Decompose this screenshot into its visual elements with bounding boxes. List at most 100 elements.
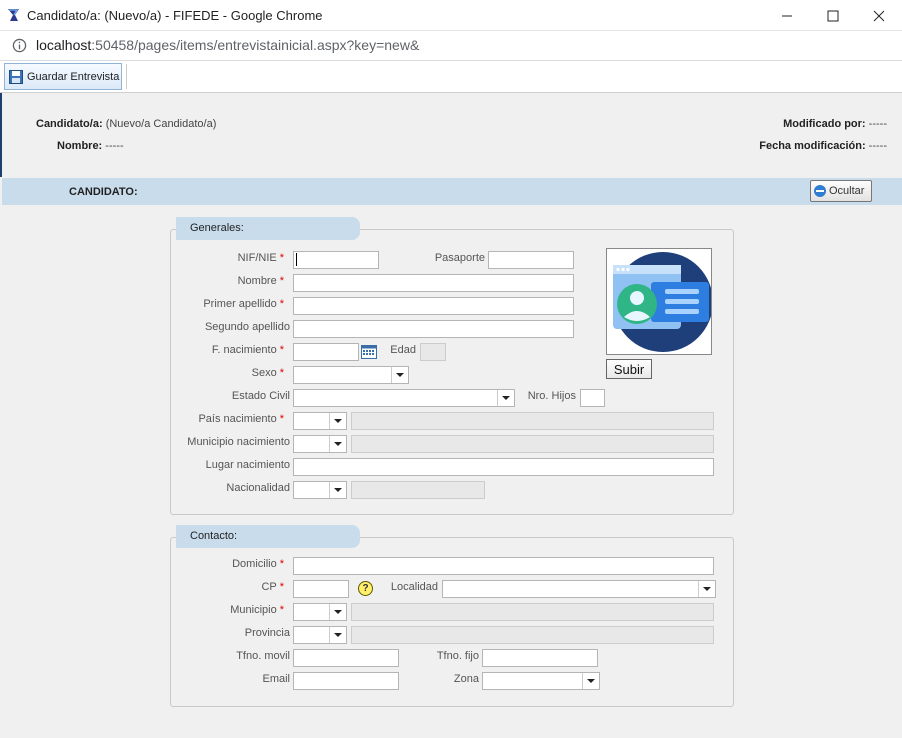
- municipio-desc: [351, 603, 714, 621]
- primer-apellido-input[interactable]: [293, 297, 574, 315]
- chevron-down-icon: [582, 673, 599, 689]
- tfno-fijo-input[interactable]: [482, 649, 598, 667]
- f-nacimiento-label: F. nacimiento *: [211, 344, 284, 356]
- address-bar[interactable]: localhost:50458/pages/items/entrevistain…: [0, 31, 902, 61]
- email-label: Email: [262, 673, 290, 685]
- provincia-desc: [351, 626, 714, 644]
- nombre-label-field: Nombre *: [237, 275, 284, 287]
- candidato-info: Candidato/a: (Nuevo/a Candidato/a): [36, 118, 216, 130]
- text-cursor: [296, 253, 297, 266]
- chevron-down-icon: [329, 627, 346, 643]
- domicilio-input[interactable]: [293, 557, 714, 575]
- zona-label: Zona: [453, 673, 479, 685]
- nombre-input[interactable]: [293, 274, 574, 292]
- modificado-label: Modificado por:: [783, 118, 866, 130]
- help-icon[interactable]: ?: [358, 581, 373, 596]
- hide-section-button[interactable]: Ocultar: [810, 180, 872, 202]
- maximize-icon: [827, 10, 839, 21]
- nro-hijos-input[interactable]: [580, 389, 605, 407]
- sexo-label: Sexo *: [251, 367, 284, 379]
- minimize-button[interactable]: [764, 0, 810, 31]
- domicilio-label: Domicilio *: [232, 558, 284, 570]
- nacionalidad-select[interactable]: [293, 481, 347, 499]
- chevron-down-icon: [329, 482, 346, 498]
- chevron-down-icon: [329, 413, 346, 429]
- pais-nacimiento-label: País nacimiento *: [198, 413, 284, 425]
- save-interview-label: Guardar Entrevista: [27, 70, 120, 83]
- close-button[interactable]: [856, 0, 902, 31]
- left-edge-strip: [0, 93, 2, 177]
- municipio-nacimiento-label: Municipio nacimiento: [187, 436, 290, 448]
- chrome-app-icon: [8, 9, 19, 21]
- maximize-button[interactable]: [810, 0, 856, 31]
- close-icon: [873, 10, 885, 21]
- pasaporte-input[interactable]: [488, 251, 574, 269]
- modificado-info: Modificado por: -----: [783, 118, 887, 130]
- chevron-down-icon: [391, 367, 408, 383]
- nombre-value: -----: [105, 140, 124, 152]
- lugar-nacimiento-input[interactable]: [293, 458, 714, 476]
- sexo-select[interactable]: [293, 366, 409, 384]
- edad-label: Edad: [390, 344, 416, 356]
- tfno-fijo-label: Tfno. fijo: [436, 650, 479, 662]
- nombre-label: Nombre:: [57, 140, 103, 152]
- pais-nacimiento-select[interactable]: [293, 412, 347, 430]
- localidad-select[interactable]: [442, 580, 716, 598]
- nacionalidad-desc: [351, 481, 485, 499]
- candidato-label: Candidato/a:: [36, 118, 103, 130]
- estado-civil-label: Estado Civil: [231, 390, 290, 402]
- segundo-apellido-label: Segundo apellido: [204, 321, 290, 333]
- url-text: localhost:50458/pages/items/entrevistain…: [36, 37, 420, 53]
- chevron-down-icon: [497, 390, 514, 406]
- modificado-value: -----: [868, 118, 887, 130]
- zona-select[interactable]: [482, 672, 600, 690]
- cp-label: CP *: [261, 581, 284, 593]
- pais-nacimiento-desc: [351, 412, 714, 430]
- municipio-select[interactable]: [293, 603, 347, 621]
- f-nacimiento-input[interactable]: [293, 343, 359, 361]
- profile-photo-placeholder-icon: [613, 252, 713, 352]
- fecha-modificacion-info: Fecha modificación: -----: [759, 140, 887, 152]
- nacionalidad-label: Nacionalidad: [226, 482, 290, 494]
- nif-input[interactable]: [293, 251, 379, 269]
- save-interview-button[interactable]: Guardar Entrevista: [4, 63, 122, 90]
- profile-photo[interactable]: [606, 248, 713, 355]
- fecha-modificacion-value: -----: [868, 140, 887, 152]
- candidato-value: (Nuevo/a Candidato/a): [105, 118, 217, 130]
- generales-legend: Generales:: [176, 217, 360, 240]
- cp-input[interactable]: [293, 580, 349, 598]
- municipio-nacimiento-desc: [351, 435, 714, 453]
- primer-apellido-label: Primer apellido *: [203, 298, 284, 310]
- candidato-section-header: CANDIDATO: Ocultar: [2, 178, 902, 205]
- pasaporte-label: Pasaporte: [434, 252, 485, 264]
- minus-circle-icon: [814, 185, 826, 197]
- provincia-label: Provincia: [244, 627, 290, 639]
- fecha-modificacion-label: Fecha modificación:: [759, 140, 866, 152]
- calendar-icon[interactable]: [361, 344, 377, 359]
- upload-photo-button[interactable]: Subir: [606, 359, 652, 379]
- toolbar-divider: [126, 64, 127, 89]
- section-title: CANDIDATO:: [69, 186, 138, 198]
- info-icon[interactable]: [12, 38, 27, 53]
- estado-civil-select[interactable]: [293, 389, 515, 407]
- window-titlebar: Candidato/a: (Nuevo/a) - FIFEDE - Google…: [0, 0, 902, 31]
- localidad-label: Localidad: [390, 581, 438, 593]
- nombre-info: Nombre: -----: [57, 140, 124, 152]
- municipio-label: Municipio *: [230, 604, 284, 616]
- email-input[interactable]: [293, 672, 399, 690]
- edad-input: [420, 343, 446, 361]
- page-toolbar: Guardar Entrevista: [0, 61, 902, 93]
- nro-hijos-label: Nro. Hijos: [527, 390, 576, 402]
- chevron-down-icon: [698, 581, 715, 597]
- tfno-movil-input[interactable]: [293, 649, 399, 667]
- save-icon: [9, 69, 23, 84]
- nif-label: NIF/NIE *: [237, 252, 284, 264]
- lugar-nacimiento-label: Lugar nacimiento: [205, 459, 290, 471]
- municipio-nacimiento-select[interactable]: [293, 435, 347, 453]
- segundo-apellido-input[interactable]: [293, 320, 574, 338]
- hide-section-label: Ocultar: [829, 185, 865, 197]
- minimize-icon: [782, 15, 792, 16]
- window-title: Candidato/a: (Nuevo/a) - FIFEDE - Google…: [27, 8, 323, 23]
- provincia-select[interactable]: [293, 626, 347, 644]
- tfno-movil-label: Tfno. movil: [236, 650, 290, 662]
